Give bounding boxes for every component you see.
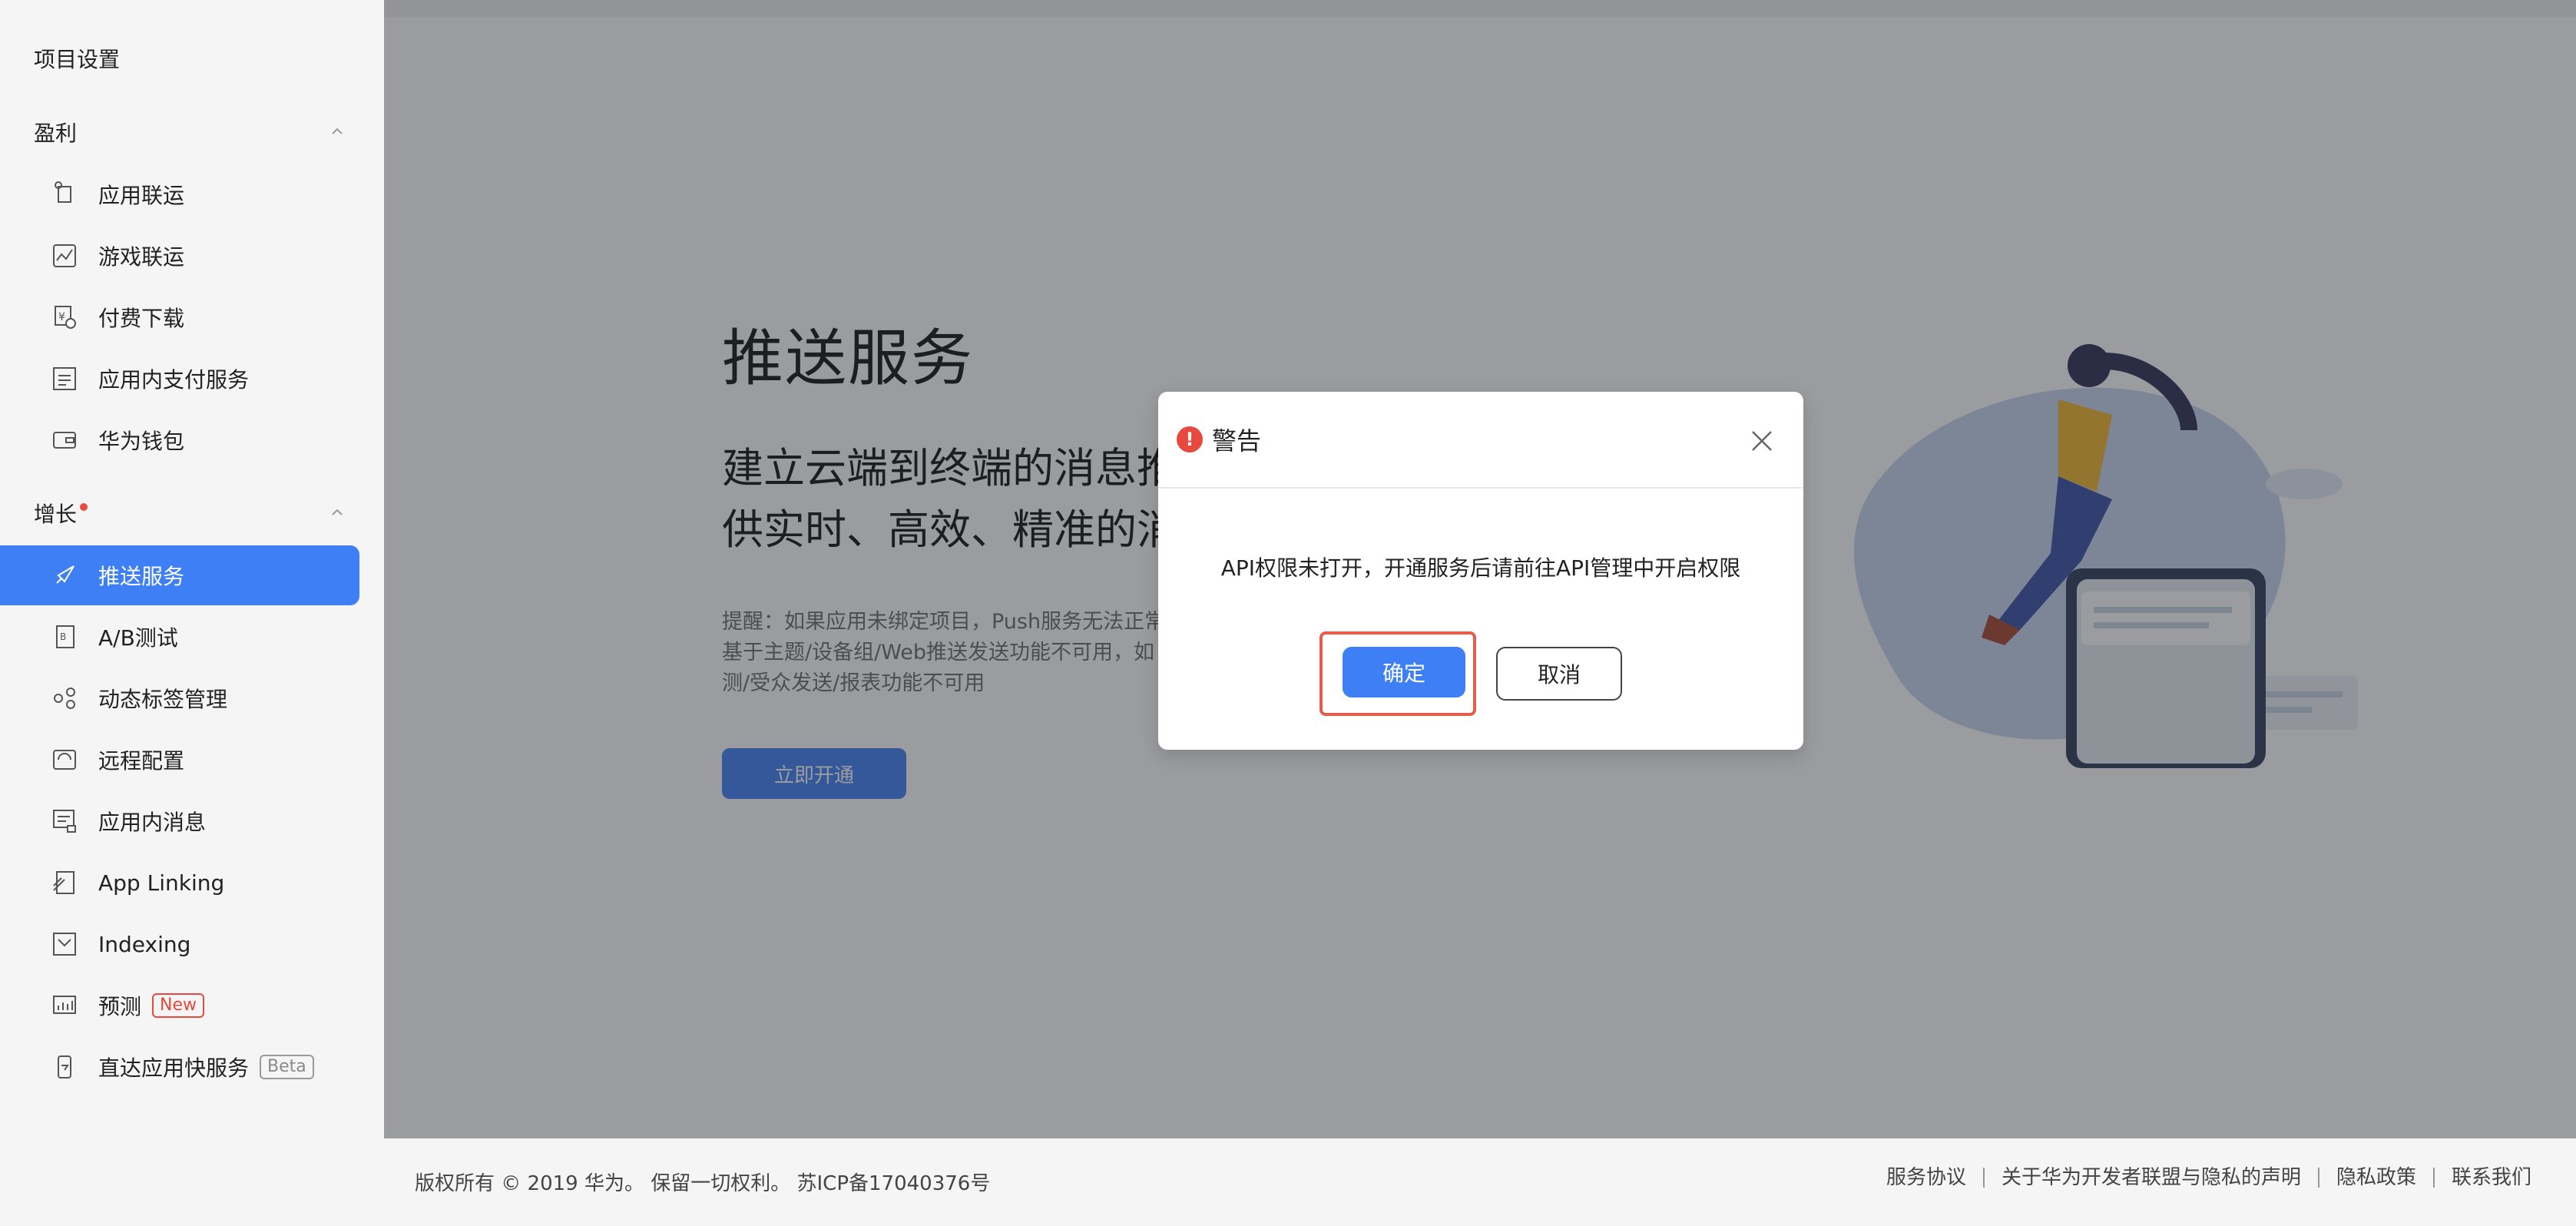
dialog-message: API权限未打开，开通服务后请前往API管理中开启权限 [1220,555,1741,581]
sidebar-item-label: 应用内支付服务 [98,367,250,393]
sidebar-item-app-distribution[interactable]: 应用联运 [0,164,359,224]
sidebar-item-label: A/B测试 [98,625,178,651]
warning-icon: ! [1177,426,1203,452]
section-label: 增长 [34,502,78,527]
sidebar-item-label: 付费下载 [98,306,185,331]
close-icon[interactable] [1748,427,1776,455]
svg-text:¥: ¥ [58,311,65,323]
sidebar-item-indexing[interactable]: Indexing [0,914,359,974]
section-monetization[interactable]: 盈利 [34,115,384,149]
confirm-button[interactable]: 确定 [1343,647,1465,697]
sidebar-item-paid-download[interactable]: ¥ 付费下载 [0,287,359,347]
ab-test-icon: B [49,621,80,652]
rocket-icon [49,560,80,591]
dialog-title: 警告 [1212,426,1262,456]
beta-badge: Beta [260,1055,314,1079]
wallet-icon [49,425,80,456]
chevron-up-icon [329,124,346,141]
footer-link-terms[interactable]: 服务协议 [1869,1168,1983,1188]
sidebar-item-label: 推送服务 [98,564,185,589]
dialog-header: ! 警告 [1158,392,1803,489]
remote-config-icon [49,744,80,775]
sidebar-item-label: 远程配置 [98,748,185,774]
warning-dialog: ! 警告 API权限未打开，开通服务后请前往API管理中开启权限 确定 取消 [1158,392,1803,750]
section-label: 盈利 [34,121,78,146]
sidebar-item-label: 直达应用快服务 [98,1055,250,1081]
sidebar-item-push[interactable]: 推送服务 [0,545,359,605]
sidebar-item-app-linking[interactable]: App Linking [0,853,359,913]
sidebar-item-label: 预测 [98,994,142,1019]
sidebar-item-iap[interactable]: 应用内支付服务 [0,349,359,409]
notification-dot [80,503,88,511]
footer: 版权所有 © 2019 华为。 保留一切权利。 苏ICP备17040376号 服… [384,1138,2576,1226]
sidebar-item-label: 应用联运 [98,183,185,208]
sidebar-item-game-distribution[interactable]: 游戏联运 [0,226,359,286]
receipt-icon [49,363,80,394]
new-badge: New [152,993,205,1018]
tag-manager-icon [49,683,80,714]
sidebar-item-in-app-message[interactable]: 应用内消息 [0,791,359,851]
sidebar-item-dtm[interactable]: 动态标签管理 [0,668,359,728]
quick-service-icon [49,1052,80,1082]
footer-link-privacy-policy[interactable]: 隐私政策 [2317,1168,2433,1188]
sidebar: 项目设置 盈利 应用联运 游戏联运 ¥ 付费下载 应用内支付服务 华为钱包 增长… [0,0,385,1226]
footer-copyright: 版权所有 © 2019 华为。 保留一切权利。 苏ICP备17040376号 [415,1172,991,1195]
sidebar-item-quick-service[interactable]: 直达应用快服务 Beta [0,1037,359,1097]
shortcut-icon [49,179,80,210]
chart-icon [49,240,80,271]
chevron-up-icon [329,505,346,522]
footer-link-privacy-statement[interactable]: 关于华为开发者联盟与隐私的声明 [1982,1168,2318,1188]
indexing-icon [49,929,80,959]
link-icon [49,867,80,898]
sidebar-item-remote-config[interactable]: 远程配置 [0,730,359,790]
sidebar-item-label: 华为钱包 [98,429,185,454]
sidebar-item-wallet[interactable]: 华为钱包 [0,410,359,470]
svg-text:B: B [60,631,66,642]
cancel-button[interactable]: 取消 [1496,647,1622,701]
footer-link-contact[interactable]: 联系我们 [2432,1168,2548,1188]
price-download-icon: ¥ [49,302,80,333]
sidebar-title: 项目设置 [34,47,121,72]
sidebar-item-label: 动态标签管理 [98,687,228,712]
footer-links: 服务协议 关于华为开发者联盟与隐私的声明 隐私政策 联系我们 [1869,1168,2548,1188]
sidebar-item-label: 游戏联运 [98,244,185,270]
prediction-icon [49,990,80,1021]
sidebar-item-label: App Linking [98,870,225,896]
section-growth[interactable]: 增长 [34,496,384,530]
sidebar-item-prediction[interactable]: 预测 New [0,976,359,1035]
sidebar-item-label: Indexing [98,931,191,957]
sidebar-item-ab-test[interactable]: B A/B测试 [0,607,359,667]
in-app-message-icon [49,806,80,837]
sidebar-item-label: 应用内消息 [98,810,207,835]
